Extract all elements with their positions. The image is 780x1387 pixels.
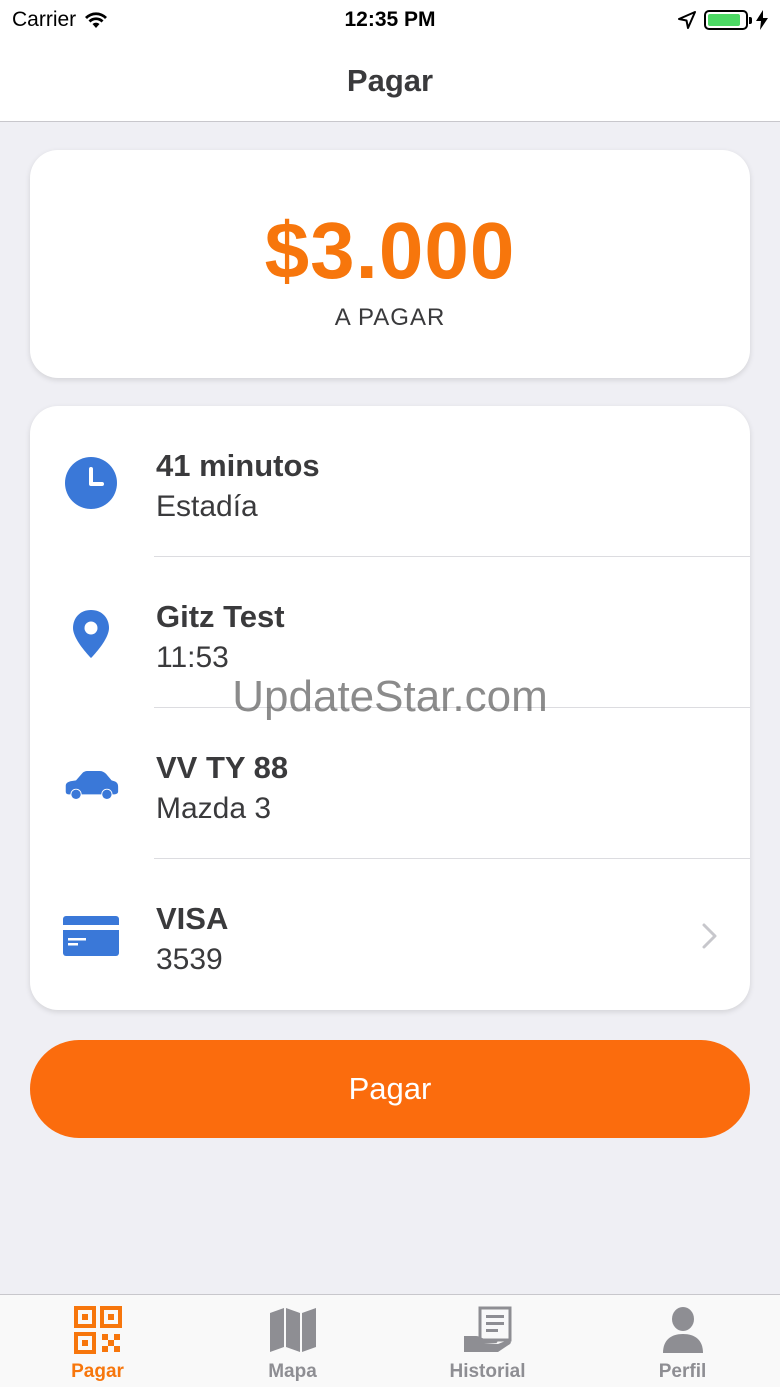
battery-fill: [708, 14, 741, 26]
tab-perfil[interactable]: Perfil: [585, 1295, 780, 1387]
duration-label: Estadía: [156, 490, 258, 523]
card-brand: VISA: [156, 901, 229, 936]
duration-value: 41 minutos: [156, 448, 320, 483]
tab-label: Perfil: [658, 1361, 707, 1382]
status-bar: Carrier 12:35 PM: [0, 0, 780, 40]
tab-mapa[interactable]: Mapa: [195, 1295, 390, 1387]
pay-button[interactable]: Pagar: [30, 1040, 750, 1138]
tab-label: Pagar: [71, 1361, 124, 1382]
clock-icon: [62, 454, 120, 512]
tab-label: Mapa: [268, 1361, 317, 1382]
battery-icon: [704, 10, 752, 30]
location-name: Gitz Test: [156, 599, 285, 634]
tab-historial[interactable]: Historial: [390, 1295, 585, 1387]
qr-code-icon: [71, 1305, 125, 1355]
navigation-bar: Pagar: [0, 40, 780, 122]
detail-row-location: Gitz Test 11:53: [30, 557, 750, 708]
chevron-right-icon: [702, 923, 717, 949]
tab-bar: Pagar Mapa Historial Perfil: [0, 1294, 780, 1387]
map-icon: [266, 1305, 320, 1355]
credit-card-icon: [62, 907, 120, 965]
amount-value: $3.000: [264, 206, 516, 295]
vehicle-plate: VV TY 88: [156, 750, 289, 785]
page-title: Pagar: [346, 62, 434, 98]
vehicle-model: Mazda 3: [156, 792, 272, 825]
location-arrow-icon: [678, 11, 696, 29]
receipt-icon: [461, 1305, 515, 1355]
detail-row-duration: 41 minutos Estadía: [30, 406, 750, 557]
details-card: 41 minutos Estadía Gitz Test 11:53 VV TY…: [30, 406, 750, 1010]
location-pin-icon: [62, 605, 120, 663]
amount-caption: A PAGAR: [334, 304, 446, 331]
carrier-label: Carrier: [12, 8, 77, 31]
user-icon: [656, 1305, 710, 1355]
detail-row-payment-method[interactable]: VISA 3539: [30, 859, 750, 1010]
tab-pagar[interactable]: Pagar: [0, 1295, 195, 1387]
tab-label: Historial: [449, 1361, 526, 1382]
car-icon: [62, 756, 120, 814]
card-last-digits: 3539: [156, 943, 223, 976]
charging-bolt-icon: [756, 10, 768, 30]
amount-card: $3.000 A PAGAR: [30, 150, 750, 378]
wifi-icon: [85, 12, 108, 28]
location-time: 11:53: [156, 641, 229, 674]
detail-row-vehicle: VV TY 88 Mazda 3: [30, 708, 750, 859]
status-time: 12:35 PM: [344, 8, 436, 31]
